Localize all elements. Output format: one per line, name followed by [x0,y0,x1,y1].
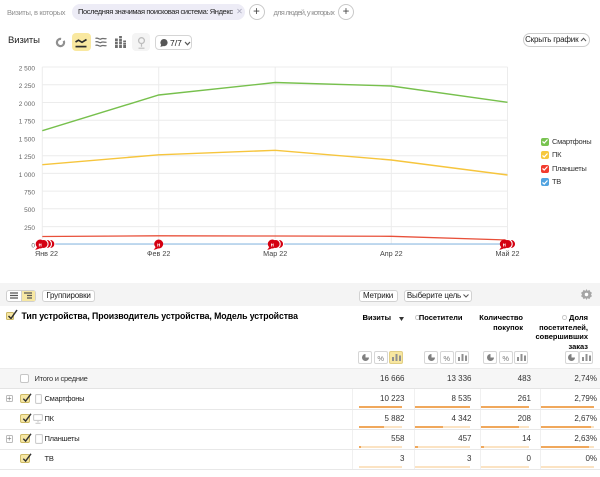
svg-text:1 500: 1 500 [19,136,36,143]
svg-text:н: н [39,242,42,248]
svg-text:2 000: 2 000 [19,101,36,108]
svg-text:н: н [503,242,506,248]
svg-text:2 500: 2 500 [19,65,36,72]
svg-text:1 750: 1 750 [19,119,36,126]
svg-text:Янв 22: Янв 22 [35,249,58,258]
svg-text:Фев 22: Фев 22 [147,249,170,258]
svg-text:1 000: 1 000 [19,172,36,179]
svg-text:Май 22: Май 22 [495,249,519,258]
svg-text:Мар 22: Мар 22 [263,249,287,258]
svg-text:2 250: 2 250 [19,83,36,90]
svg-text:н: н [271,242,274,248]
svg-text:1 250: 1 250 [19,154,36,161]
svg-text:250: 250 [24,225,35,232]
svg-text:500: 500 [24,207,35,214]
svg-text:Апр 22: Апр 22 [380,249,403,258]
svg-text:н: н [157,242,160,248]
svg-text:750: 750 [24,190,35,197]
